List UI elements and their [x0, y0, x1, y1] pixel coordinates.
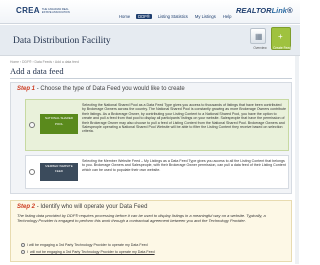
create-feed-label: Create Feed: [273, 46, 291, 50]
member-website-feed-badge: MEMBER WEBSITE FEED: [40, 163, 78, 181]
breadcrumb[interactable]: Home › DDF® › Data Feeds › Add a data fe…: [10, 60, 79, 64]
plus-icon: +: [278, 32, 283, 41]
step-2-label: Step 2: [17, 204, 36, 210]
link-text: Link: [271, 6, 287, 15]
overview-button[interactable]: ▦ Overview: [250, 28, 267, 50]
choice-not-engaging-provider[interactable]: I will not be engaging a 3rd Party Techn…: [21, 250, 155, 254]
nav-item-listing-statistics[interactable]: Listing Statistics: [157, 14, 189, 19]
option-member-website-feed[interactable]: MEMBER WEBSITE FEED Selecting the Member…: [25, 155, 289, 189]
create-feed-button[interactable]: + Create Feed: [271, 27, 291, 50]
choice-engaging-provider[interactable]: I will be engaging a 3rd Party Technolog…: [21, 243, 148, 247]
realtor-text: REALTOR: [236, 6, 272, 15]
nav-item-help[interactable]: Help: [222, 14, 233, 19]
crea-logo[interactable]: CREA THE CANADIAN REAL ESTATE ASSOCIATIO…: [16, 6, 70, 15]
radio-national-shared-pool[interactable]: [29, 122, 35, 128]
right-scroll-track[interactable]: [295, 56, 299, 264]
choice-engaging-provider-label: I will be engaging a 3rd Party Technolog…: [27, 243, 148, 247]
heading-divider: [10, 78, 292, 79]
registered-mark: ®: [286, 6, 293, 15]
step-1-panel: Step 1 - Choose the type of Data Feed yo…: [10, 82, 292, 194]
step-2-text: - Identify who will operate your Data Fe…: [36, 204, 148, 210]
radio-engaging-provider[interactable]: [21, 243, 25, 247]
member-website-feed-description: Selecting the Member Website Feed – My L…: [82, 159, 286, 172]
step-1-label: Step 1: [17, 86, 36, 92]
nav-item-ddf[interactable]: DDF®: [136, 14, 152, 19]
technology-provider-notice: The listing data provided by DDF® requir…: [17, 213, 266, 223]
nav-item-my-listings[interactable]: My Listings: [194, 14, 217, 19]
choice-not-engaging-provider-label: will not be engaging a 3rd Party Technol…: [30, 250, 155, 254]
step-1-text: - Choose the type of Data Feed you would…: [36, 86, 185, 92]
page-title: Data Distribution Facility: [13, 36, 111, 46]
national-shared-pool-badge: NATIONAL SHARED POOL: [40, 114, 78, 134]
page-heading: Add a data feed: [10, 66, 64, 76]
logo-subtext: THE CANADIAN REAL ESTATE ASSOCIATION: [41, 7, 70, 14]
step-1-title: Step 1 - Choose the type of Data Feed yo…: [17, 86, 185, 92]
realtor-link-logo[interactable]: REALTORLink®: [236, 6, 293, 15]
overview-label: Overview: [253, 46, 267, 50]
choice-not-engaging-provider-prefix: I: [27, 250, 28, 254]
nav-item-home[interactable]: Home: [118, 14, 131, 19]
main-nav: Home DDF® Listing Statistics My Listings…: [118, 14, 232, 19]
top-bar: CREA THE CANADIAN REAL ESTATE ASSOCIATIO…: [0, 0, 300, 24]
option-national-shared-pool[interactable]: NATIONAL SHARED POOL Selecting the Natio…: [25, 99, 289, 151]
step-2-title: Step 2 - Identify who will operate your …: [17, 204, 147, 210]
step-2-panel: Step 2 - Identify who will operate your …: [10, 200, 292, 262]
radio-member-website-feed[interactable]: [29, 169, 35, 175]
overview-icon: ▦: [255, 32, 263, 41]
logo-text: CREA: [16, 6, 40, 15]
national-shared-pool-description: Selecting the National Shared Pool as a …: [82, 103, 287, 134]
radio-not-engaging-provider[interactable]: [21, 250, 25, 254]
